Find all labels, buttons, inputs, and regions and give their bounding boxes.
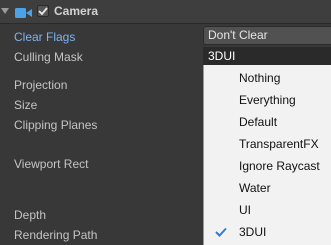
popup-item-label: Everything xyxy=(239,93,296,107)
rendering-path-label: Rendering Path xyxy=(14,228,98,242)
culling-mask-label: Culling Mask xyxy=(14,50,83,64)
component-enabled-checkbox[interactable] xyxy=(37,5,49,17)
popup-item-nothing[interactable]: Nothing xyxy=(204,67,331,89)
popup-item-everything[interactable]: Everything xyxy=(204,89,331,111)
popup-item-label: TransparentFX xyxy=(239,137,319,151)
popup-item-label: Default xyxy=(239,115,278,129)
popup-item-water[interactable]: Water xyxy=(204,177,331,199)
popup-item-transparentfx[interactable]: TransparentFX xyxy=(204,133,331,155)
culling-mask-dropdown[interactable]: 3DUI xyxy=(203,47,331,65)
popup-item-label: Ignore Raycast xyxy=(239,159,320,173)
depth-label: Depth xyxy=(14,208,47,222)
component-title: Camera xyxy=(54,4,99,18)
checkmark-icon xyxy=(215,227,227,237)
clipping-planes-label: Clipping Planes xyxy=(14,118,98,132)
clear-flags-dropdown[interactable]: Don't Clear xyxy=(203,26,331,45)
popup-item-label: 3DUI xyxy=(239,225,267,239)
popup-item-3dui[interactable]: 3DUI xyxy=(204,221,331,243)
component-header[interactable]: Camera xyxy=(0,0,331,24)
clear-flags-label: Clear Flags xyxy=(14,30,76,44)
popup-item-label: Water xyxy=(239,181,271,195)
popup-item-default[interactable]: Default xyxy=(204,111,331,133)
popup-item-ui[interactable]: UI xyxy=(204,199,331,221)
size-label: Size xyxy=(14,98,38,112)
camera-icon xyxy=(15,8,32,18)
viewport-rect-label: Viewport Rect xyxy=(14,157,89,171)
checkmark-icon xyxy=(38,7,48,15)
culling-mask-popup-menu: Nothing Everything Default TransparentFX… xyxy=(203,65,331,245)
popup-item-ignore-raycast[interactable]: Ignore Raycast xyxy=(204,155,331,177)
foldout-arrow-icon[interactable] xyxy=(1,8,9,14)
popup-item-label: UI xyxy=(239,203,251,217)
projection-label: Projection xyxy=(14,78,68,92)
popup-item-label: Nothing xyxy=(239,71,281,85)
